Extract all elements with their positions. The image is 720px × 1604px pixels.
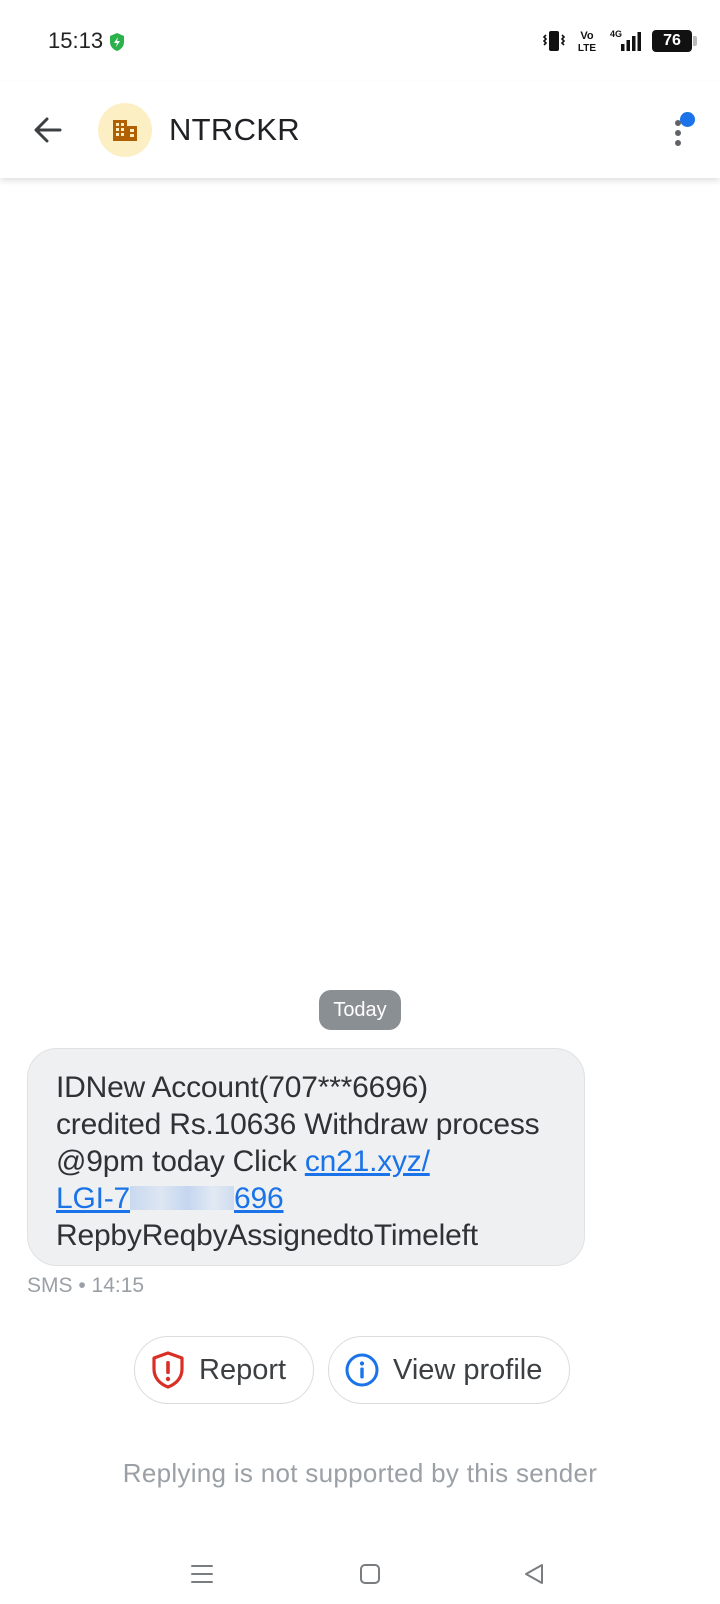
- vibrate-icon: [542, 31, 566, 51]
- message-line: credited Rs.10636 Withdraw process: [56, 1108, 540, 1141]
- message-text: @9pm today Click: [56, 1145, 305, 1178]
- status-time: 15:13: [48, 28, 104, 53]
- link-start: LGI-7: [56, 1182, 131, 1215]
- message-link[interactable]: cn21.xyz/: [305, 1145, 430, 1178]
- report-shield-icon: [152, 1351, 184, 1389]
- back-triangle-icon: [525, 1564, 543, 1584]
- shield-icon: [110, 33, 124, 51]
- redacted-blur: [130, 1186, 235, 1210]
- message-link-continued[interactable]: LGI-7 696: [56, 1182, 284, 1215]
- status-icons: Vo LTE 4G 76: [542, 26, 697, 56]
- more-options-button[interactable]: [658, 108, 698, 156]
- message-line: RepbyReqbyAssignedtoTimeleft: [56, 1219, 478, 1252]
- message-bubble[interactable]: IDNew Account(707***6696) credited Rs.10…: [27, 1048, 585, 1266]
- reply-not-supported-notice: Replying is not supported by this sender: [122, 1458, 598, 1488]
- back-button[interactable]: [28, 110, 68, 150]
- recents-icon: [191, 1565, 213, 1583]
- message-line: LGI-7 696: [56, 1180, 564, 1217]
- system-back-button[interactable]: [514, 1554, 554, 1594]
- 4g-signal-icon: 4G: [610, 29, 641, 51]
- view-profile-button[interactable]: View profile: [328, 1336, 570, 1404]
- building-icon: [113, 120, 137, 141]
- svg-text:4G: 4G: [610, 29, 622, 39]
- recents-button[interactable]: [182, 1554, 222, 1594]
- report-label: Report: [199, 1353, 287, 1386]
- notification-dot: [680, 112, 695, 127]
- battery-icon: 76: [652, 30, 697, 52]
- home-icon: [360, 1564, 380, 1584]
- message-line: @9pm today Click cn21.xyz/: [56, 1143, 564, 1180]
- more-vert-dot: [675, 140, 681, 146]
- svg-text:LTE: LTE: [578, 43, 596, 54]
- date-divider: Today: [319, 990, 401, 1030]
- conversation-header: NTRCKR: [0, 82, 720, 178]
- link-end: 696: [234, 1182, 284, 1215]
- volte-icon: Vo LTE: [578, 30, 596, 54]
- more-vert-dot: [675, 130, 681, 136]
- sender-name[interactable]: NTRCKR: [169, 112, 300, 148]
- home-button[interactable]: [350, 1554, 390, 1594]
- svg-text:Vo: Vo: [580, 30, 594, 42]
- message-meta: SMS • 14:15: [27, 1274, 145, 1297]
- arrow-left-icon: [34, 117, 62, 143]
- system-navigation-bar: [0, 1540, 720, 1604]
- view-profile-label: View profile: [393, 1353, 543, 1386]
- avatar[interactable]: [98, 103, 152, 157]
- info-icon: [345, 1353, 379, 1387]
- message-line: IDNew Account(707***6696): [56, 1071, 428, 1104]
- status-bar: 15:13 Vo LTE 4G 76: [0, 0, 720, 82]
- report-button[interactable]: Report: [134, 1336, 314, 1404]
